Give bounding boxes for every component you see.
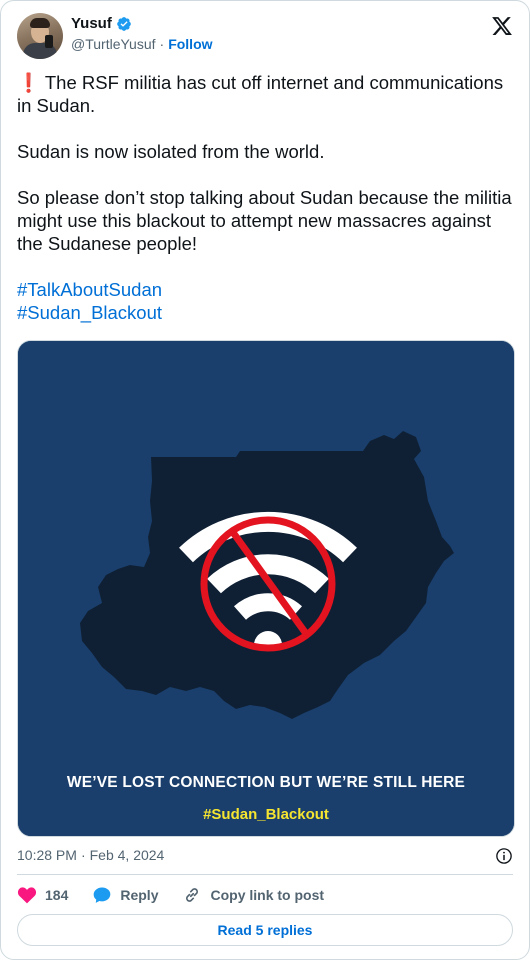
sudan-blackout-graphic (18, 341, 514, 836)
tweet-card: Yusuf @TurtleYusuf · Follow ❗ The RSF mi… (0, 0, 530, 960)
tweet-line-1: ❗ The RSF militia has cut off internet a… (17, 72, 504, 116)
x-logo-icon[interactable] (491, 15, 513, 37)
handle-row: @TurtleYusuf · Follow (71, 36, 213, 52)
hashtag-link[interactable]: #Sudan_Blackout (17, 302, 162, 323)
reply-button[interactable]: Reply (92, 885, 158, 905)
exclamation-emoji: ❗ (17, 72, 41, 93)
link-icon (186, 888, 199, 902)
like-button[interactable]: 184 (17, 885, 68, 905)
action-bar: 184 Reply Copy link to post (17, 885, 348, 905)
separator: · (159, 36, 165, 52)
copy-link-button[interactable]: Copy link to post (182, 885, 324, 905)
tweet-line-3: So please don’t stop talking about Sudan… (17, 187, 512, 254)
divider (17, 874, 513, 875)
copy-link-label: Copy link to post (210, 887, 325, 903)
heart-icon (17, 887, 37, 904)
tweet-text: ❗ The RSF militia has cut off internet a… (17, 71, 515, 324)
timestamp[interactable]: 10:28 PM · Feb 4, 2024 (17, 847, 164, 863)
like-count: 184 (45, 887, 69, 903)
image-hashtag: #Sudan_Blackout (203, 806, 329, 823)
display-name[interactable]: Yusuf (71, 15, 112, 32)
tweet-line-2: Sudan is now isolated from the world. (17, 141, 325, 162)
read-replies-button[interactable]: Read 5 replies (17, 914, 513, 946)
verified-badge-icon (117, 16, 131, 31)
tweet-image[interactable]: WE’VE LOST CONNECTION BUT WE’RE STILL HE… (17, 340, 515, 837)
handle[interactable]: @TurtleYusuf (71, 36, 156, 52)
avatar[interactable] (17, 13, 63, 59)
author-name-row[interactable]: Yusuf (71, 15, 132, 32)
reply-bubble-icon (94, 887, 111, 903)
follow-button[interactable]: Follow (168, 36, 212, 52)
image-caption: WE’VE LOST CONNECTION BUT WE’RE STILL HE… (66, 774, 466, 791)
hashtag-link[interactable]: #TalkAboutSudan (17, 279, 162, 300)
reply-label: Reply (120, 887, 159, 903)
info-icon[interactable] (495, 847, 513, 865)
